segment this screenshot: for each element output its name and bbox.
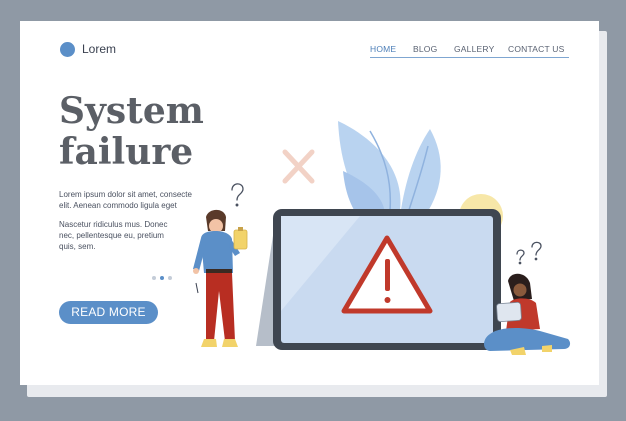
leaves-decoration [338, 121, 441, 219]
landing-card: Lorem HOME BLOG GALLERY CONTACT US Syste… [20, 21, 599, 385]
system-failure-illustration [193, 121, 571, 355]
close-x-decoration [282, 149, 315, 184]
man-with-clipboard [193, 209, 248, 347]
